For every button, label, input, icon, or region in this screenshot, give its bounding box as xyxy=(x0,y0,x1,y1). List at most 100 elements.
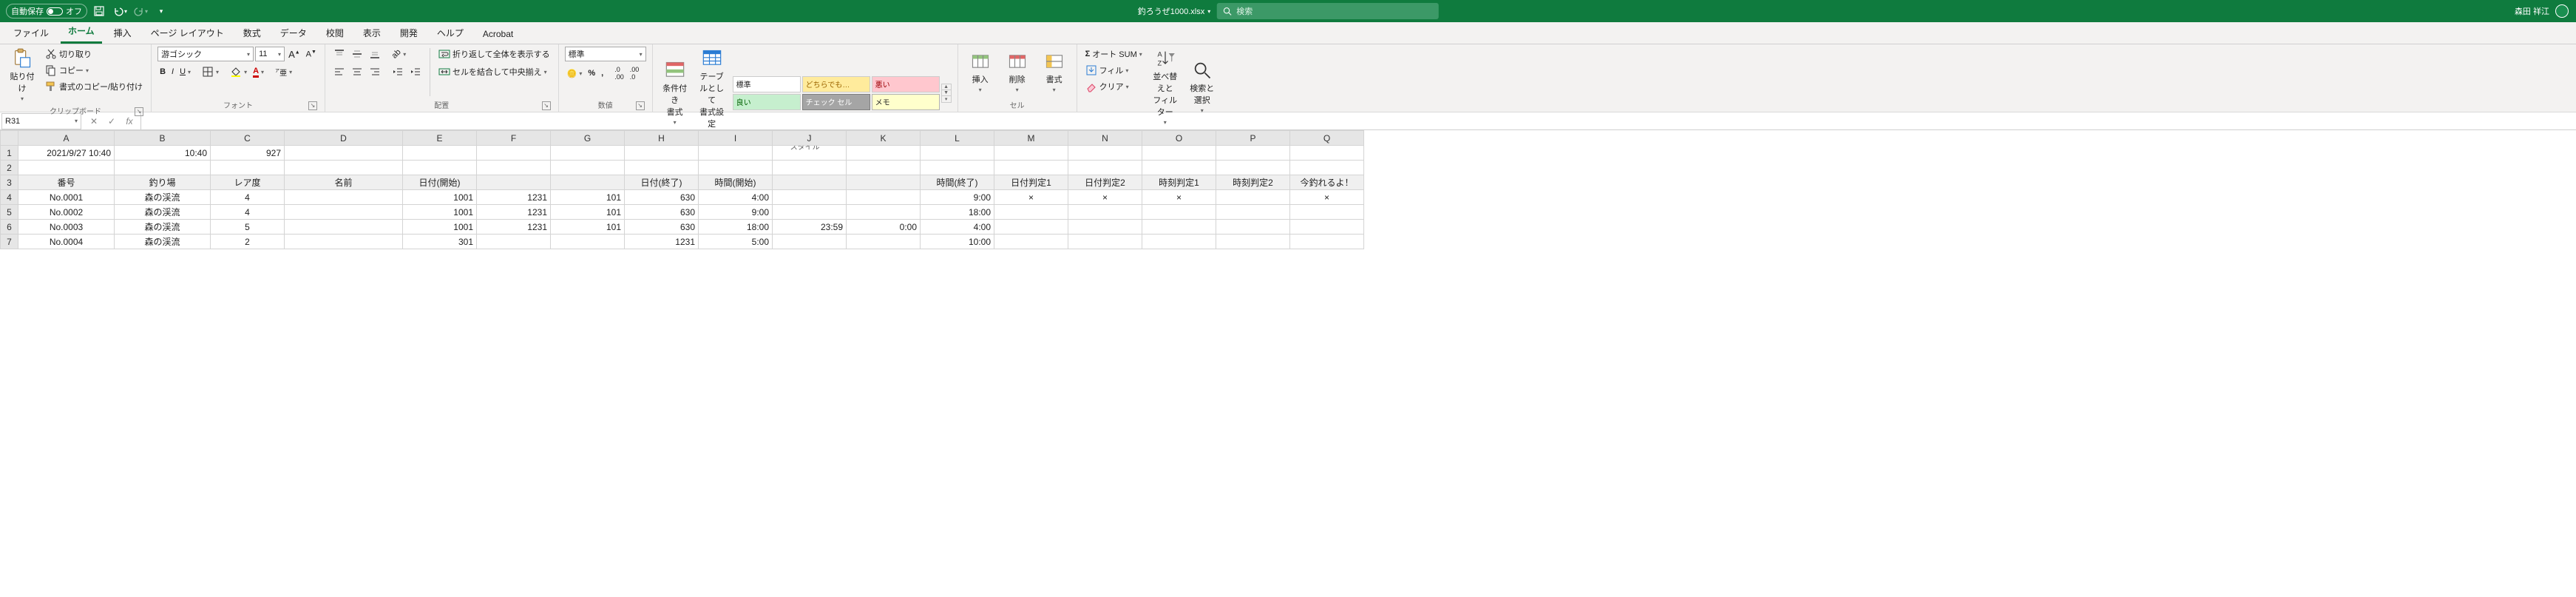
cell[interactable]: 927 xyxy=(211,146,285,161)
cell[interactable]: 4 xyxy=(211,190,285,205)
cell[interactable] xyxy=(773,175,847,190)
autosave-toggle[interactable]: 自動保存 オフ xyxy=(6,4,87,18)
grow-font-button[interactable]: A▲ xyxy=(286,47,302,61)
cell[interactable]: 名前 xyxy=(285,175,403,190)
cell[interactable] xyxy=(773,161,847,175)
cell[interactable] xyxy=(1216,235,1290,249)
cell[interactable]: 1001 xyxy=(403,190,477,205)
cell[interactable]: 101 xyxy=(551,190,625,205)
tab-help[interactable]: ヘルプ xyxy=(430,23,471,44)
cell[interactable] xyxy=(1216,190,1290,205)
cell[interactable] xyxy=(699,161,773,175)
spreadsheet-grid[interactable]: ABCDEFGHIJKLMNOPQ12021/9/27 10:4010:4092… xyxy=(0,130,2576,249)
cell[interactable] xyxy=(994,161,1068,175)
cell[interactable] xyxy=(1290,146,1364,161)
align-right-button[interactable] xyxy=(367,64,383,79)
formula-input[interactable] xyxy=(140,113,2576,129)
select-all-corner[interactable] xyxy=(1,131,18,146)
border-button[interactable]: ▾ xyxy=(200,64,221,79)
cell[interactable] xyxy=(847,161,921,175)
col-header-C[interactable]: C xyxy=(211,131,285,146)
cell[interactable]: × xyxy=(994,190,1068,205)
cell[interactable]: 時間(終了) xyxy=(921,175,994,190)
cell[interactable]: 0:00 xyxy=(847,220,921,235)
col-header-E[interactable]: E xyxy=(403,131,477,146)
cell[interactable] xyxy=(1068,235,1142,249)
cell[interactable] xyxy=(1216,161,1290,175)
wrap-text-button[interactable]: 折り返して全体を表示する xyxy=(436,47,552,61)
cell[interactable]: 時間(開始) xyxy=(699,175,773,190)
cell[interactable]: 5:00 xyxy=(699,235,773,249)
col-header-D[interactable]: D xyxy=(285,131,403,146)
row-header-6[interactable]: 6 xyxy=(1,220,18,235)
cell[interactable] xyxy=(1142,205,1216,220)
cell[interactable] xyxy=(1068,220,1142,235)
bold-button[interactable]: B xyxy=(157,64,168,79)
cell[interactable] xyxy=(115,161,211,175)
cell[interactable]: × xyxy=(1142,190,1216,205)
cell[interactable] xyxy=(477,175,551,190)
cell[interactable] xyxy=(551,175,625,190)
copy-button[interactable]: コピー▾ xyxy=(43,63,145,78)
filename[interactable]: 釣ろうぜ1000.xlsx ▾ xyxy=(1138,5,1211,17)
cell[interactable] xyxy=(847,175,921,190)
cell[interactable] xyxy=(285,205,403,220)
cell[interactable] xyxy=(477,235,551,249)
align-top-button[interactable] xyxy=(331,47,348,61)
cell[interactable]: 釣り場 xyxy=(115,175,211,190)
tab-insert[interactable]: 挿入 xyxy=(106,23,139,44)
underline-button[interactable]: U▾ xyxy=(177,64,193,79)
cell[interactable]: 1231 xyxy=(477,190,551,205)
tab-file[interactable]: ファイル xyxy=(6,23,56,44)
tab-review[interactable]: 校閲 xyxy=(319,23,351,44)
cell[interactable] xyxy=(847,190,921,205)
cell[interactable]: 日付判定1 xyxy=(994,175,1068,190)
cell[interactable] xyxy=(1290,235,1364,249)
cell[interactable] xyxy=(1216,146,1290,161)
col-header-G[interactable]: G xyxy=(551,131,625,146)
cell[interactable] xyxy=(1290,205,1364,220)
cell[interactable] xyxy=(285,161,403,175)
cell[interactable]: 4:00 xyxy=(921,220,994,235)
cell[interactable] xyxy=(1290,161,1364,175)
style-note[interactable]: メモ xyxy=(872,94,940,110)
cut-button[interactable]: 切り取り xyxy=(43,47,145,61)
col-header-H[interactable]: H xyxy=(625,131,699,146)
cell[interactable] xyxy=(773,190,847,205)
col-header-A[interactable]: A xyxy=(18,131,115,146)
cell[interactable]: 101 xyxy=(551,205,625,220)
cell[interactable]: 23:59 xyxy=(773,220,847,235)
cell[interactable] xyxy=(403,161,477,175)
cell[interactable]: 今釣れるよ！ xyxy=(1290,175,1364,190)
cell[interactable]: 101 xyxy=(551,220,625,235)
conditional-format-button[interactable]: 条件付き 書式▾ xyxy=(659,47,691,139)
cell[interactable] xyxy=(285,146,403,161)
cell[interactable]: No.0001 xyxy=(18,190,115,205)
cell[interactable]: 4:00 xyxy=(699,190,773,205)
style-normal[interactable]: 標準 xyxy=(733,76,801,92)
cell[interactable] xyxy=(1142,161,1216,175)
cell[interactable]: 時刻判定1 xyxy=(1142,175,1216,190)
cell[interactable] xyxy=(699,146,773,161)
save-button[interactable] xyxy=(90,2,108,20)
cell[interactable]: 森の渓流 xyxy=(115,220,211,235)
cell[interactable]: 1231 xyxy=(477,205,551,220)
col-header-P[interactable]: P xyxy=(1216,131,1290,146)
fill-button[interactable]: フィル▾ xyxy=(1083,63,1145,78)
number-launcher[interactable]: ↘ xyxy=(636,101,645,110)
user-avatar[interactable] xyxy=(2555,4,2569,18)
find-select-button[interactable]: 検索と 選択▾ xyxy=(1186,47,1218,127)
col-header-L[interactable]: L xyxy=(921,131,994,146)
cell[interactable]: 日付判定2 xyxy=(1068,175,1142,190)
cell[interactable] xyxy=(994,220,1068,235)
font-size-combo[interactable]: 11▾ xyxy=(255,47,285,61)
cell[interactable] xyxy=(1142,235,1216,249)
cell[interactable] xyxy=(477,161,551,175)
cell[interactable] xyxy=(285,220,403,235)
phonetic-button[interactable]: ア亜▾ xyxy=(273,64,294,79)
clear-button[interactable]: クリア▾ xyxy=(1083,79,1145,94)
cell[interactable] xyxy=(625,146,699,161)
cell[interactable] xyxy=(1216,205,1290,220)
row-header-4[interactable]: 4 xyxy=(1,190,18,205)
insert-cells-button[interactable]: 挿入▾ xyxy=(964,47,997,98)
